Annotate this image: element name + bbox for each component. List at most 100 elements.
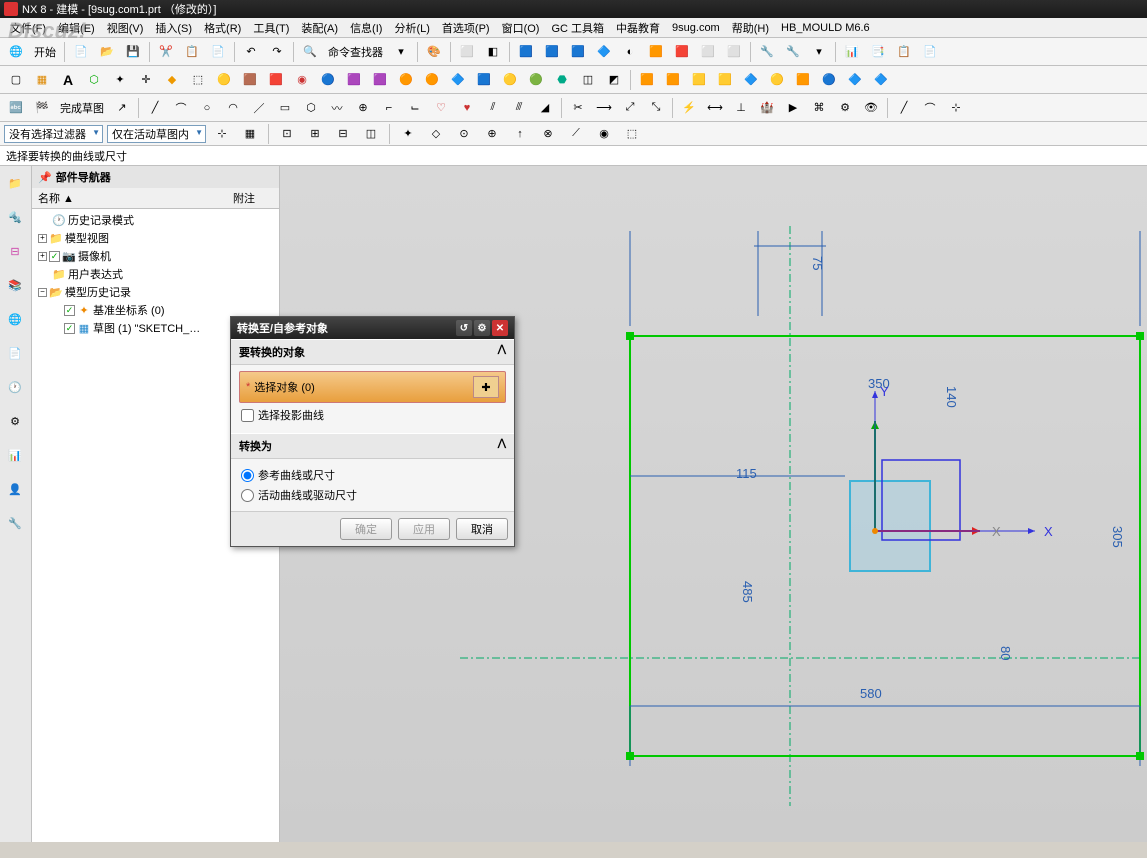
- dim-80[interactable]: 80: [998, 646, 1013, 660]
- feature-icon[interactable]: ◩: [602, 68, 626, 92]
- menu-assembly[interactable]: 装配(A): [295, 20, 344, 36]
- tool-icon[interactable]: ▶: [781, 96, 805, 120]
- spline-icon[interactable]: 〰: [325, 96, 349, 120]
- radio-active-input[interactable]: [241, 489, 254, 502]
- snap-icon[interactable]: ◇: [424, 122, 448, 146]
- cmdfinder-icon[interactable]: 🔍: [298, 40, 322, 64]
- undo-icon[interactable]: ↶: [239, 40, 263, 64]
- menu-gc[interactable]: GC 工具箱: [545, 20, 610, 36]
- tool-icon[interactable]: ⊹: [210, 122, 234, 146]
- snap-icon[interactable]: ⬚: [620, 122, 644, 146]
- arc-icon[interactable]: ⌒: [918, 96, 942, 120]
- feature-icon[interactable]: 🟪: [368, 68, 392, 92]
- menu-tools[interactable]: 工具(T): [247, 20, 295, 36]
- ok-button[interactable]: 确定: [340, 518, 392, 540]
- tool-icon[interactable]: ⊹: [944, 96, 968, 120]
- select-object-row[interactable]: * 选择对象 (0) ✚: [239, 371, 506, 403]
- feature-icon[interactable]: 🟧: [635, 68, 659, 92]
- arc-icon[interactable]: ◠: [221, 96, 245, 120]
- feature-icon[interactable]: 🟪: [342, 68, 366, 92]
- polygon-icon[interactable]: ⬡: [299, 96, 323, 120]
- dialog-section-convert[interactable]: 转换为⋀: [231, 433, 514, 459]
- feature-icon[interactable]: 🔷: [446, 68, 470, 92]
- menu-format[interactable]: 格式(R): [198, 20, 247, 36]
- cube-icon[interactable]: 🟦: [566, 40, 590, 64]
- feature-icon[interactable]: 🟫: [238, 68, 262, 92]
- feature-icon[interactable]: 🔷: [739, 68, 763, 92]
- csys-icon[interactable]: ⬚: [186, 68, 210, 92]
- snap-icon[interactable]: ✦: [396, 122, 420, 146]
- plane-icon[interactable]: ◆: [160, 68, 184, 92]
- feature-icon[interactable]: 🟧: [791, 68, 815, 92]
- projection-checkbox[interactable]: [241, 409, 254, 422]
- dim-75[interactable]: 75: [810, 256, 825, 270]
- menu-window[interactable]: 窗口(O): [496, 20, 546, 36]
- save-icon[interactable]: 💾: [121, 40, 145, 64]
- radio-active[interactable]: 活动曲线或驱动尺寸: [239, 485, 506, 505]
- extend-icon[interactable]: ⟶: [592, 96, 616, 120]
- dim-580[interactable]: 580: [860, 686, 882, 701]
- constraint-navigator-icon[interactable]: ⊟: [2, 238, 28, 264]
- filter-type-combo[interactable]: 没有选择过滤器: [4, 125, 103, 143]
- feature-icon[interactable]: 🟡: [498, 68, 522, 92]
- line-icon[interactable]: ／: [247, 96, 271, 120]
- chamfer-icon[interactable]: ⌙: [403, 96, 427, 120]
- system-icon[interactable]: ⚙: [2, 408, 28, 434]
- dim-140[interactable]: 140: [944, 386, 959, 408]
- dim-115[interactable]: 115: [736, 466, 757, 481]
- tool-icon[interactable]: 📑: [866, 40, 890, 64]
- dropdown-icon[interactable]: ▾: [389, 40, 413, 64]
- snap-icon[interactable]: ◉: [592, 122, 616, 146]
- snap-icon[interactable]: ⟋: [564, 122, 588, 146]
- orient-icon[interactable]: ↗: [110, 96, 134, 120]
- paste-icon[interactable]: 📄: [206, 40, 230, 64]
- tool-icon[interactable]: ◧: [481, 40, 505, 64]
- select-projection-row[interactable]: 选择投影曲线: [239, 403, 506, 427]
- history-palette-icon[interactable]: 🕐: [2, 374, 28, 400]
- cube-icon[interactable]: ⬜: [722, 40, 746, 64]
- feature-icon[interactable]: 🟦: [472, 68, 496, 92]
- radio-ref-input[interactable]: [241, 469, 254, 482]
- tool-icon[interactable]: ⫽: [481, 96, 505, 120]
- snap-icon[interactable]: ⊕: [480, 122, 504, 146]
- tool-icon[interactable]: 🔧: [2, 510, 28, 536]
- line-icon[interactable]: ╱: [143, 96, 167, 120]
- tool-icon[interactable]: 📄: [918, 40, 942, 64]
- tool-icon[interactable]: ⊡: [275, 122, 299, 146]
- tool-icon[interactable]: ⤡: [644, 96, 668, 120]
- line-icon[interactable]: ╱: [892, 96, 916, 120]
- rect-icon[interactable]: ▭: [273, 96, 297, 120]
- point-icon[interactable]: ✛: [134, 68, 158, 92]
- tool-icon[interactable]: ⚙: [833, 96, 857, 120]
- tool-icon[interactable]: ▦: [238, 122, 262, 146]
- curve-icon[interactable]: ⬡: [82, 68, 106, 92]
- menu-9sug[interactable]: 9sug.com: [666, 22, 726, 34]
- tool-icon[interactable]: ◢: [533, 96, 557, 120]
- checkbox[interactable]: ✓: [64, 305, 75, 316]
- dim-485[interactable]: 485: [740, 581, 755, 603]
- col-note[interactable]: 附注: [233, 190, 273, 206]
- expand-icon[interactable]: +: [38, 234, 47, 243]
- feature-icon[interactable]: 🟡: [765, 68, 789, 92]
- feature-icon[interactable]: 🔷: [843, 68, 867, 92]
- trim-icon[interactable]: ✂: [566, 96, 590, 120]
- feature-icon[interactable]: 🟠: [394, 68, 418, 92]
- tree-history-mode[interactable]: 🕐 历史记录模式: [34, 211, 277, 229]
- reset-icon[interactable]: ↺: [456, 320, 472, 336]
- tool-icon[interactable]: ⊞: [303, 122, 327, 146]
- dialog-titlebar[interactable]: 转换至/自参考对象 ↺ ⚙ ✕: [231, 317, 514, 339]
- tool-icon[interactable]: 👁: [859, 96, 883, 120]
- tool-icon[interactable]: ▾: [807, 40, 831, 64]
- open-icon[interactable]: 📂: [95, 40, 119, 64]
- menu-help[interactable]: 帮助(H): [726, 20, 775, 36]
- roles-icon[interactable]: 👤: [2, 476, 28, 502]
- history-icon[interactable]: 📄: [2, 340, 28, 366]
- finish-sketch-icon[interactable]: 🏁: [30, 96, 54, 120]
- wireframe-icon[interactable]: 🔷: [592, 40, 616, 64]
- dim-icon[interactable]: ⟷: [703, 96, 727, 120]
- cut-icon[interactable]: ✂️: [154, 40, 178, 64]
- hidden-icon[interactable]: ◐: [618, 40, 642, 64]
- tool-icon[interactable]: ♥: [455, 96, 479, 120]
- circle-icon[interactable]: ○: [195, 96, 219, 120]
- snap-icon[interactable]: ↑: [508, 122, 532, 146]
